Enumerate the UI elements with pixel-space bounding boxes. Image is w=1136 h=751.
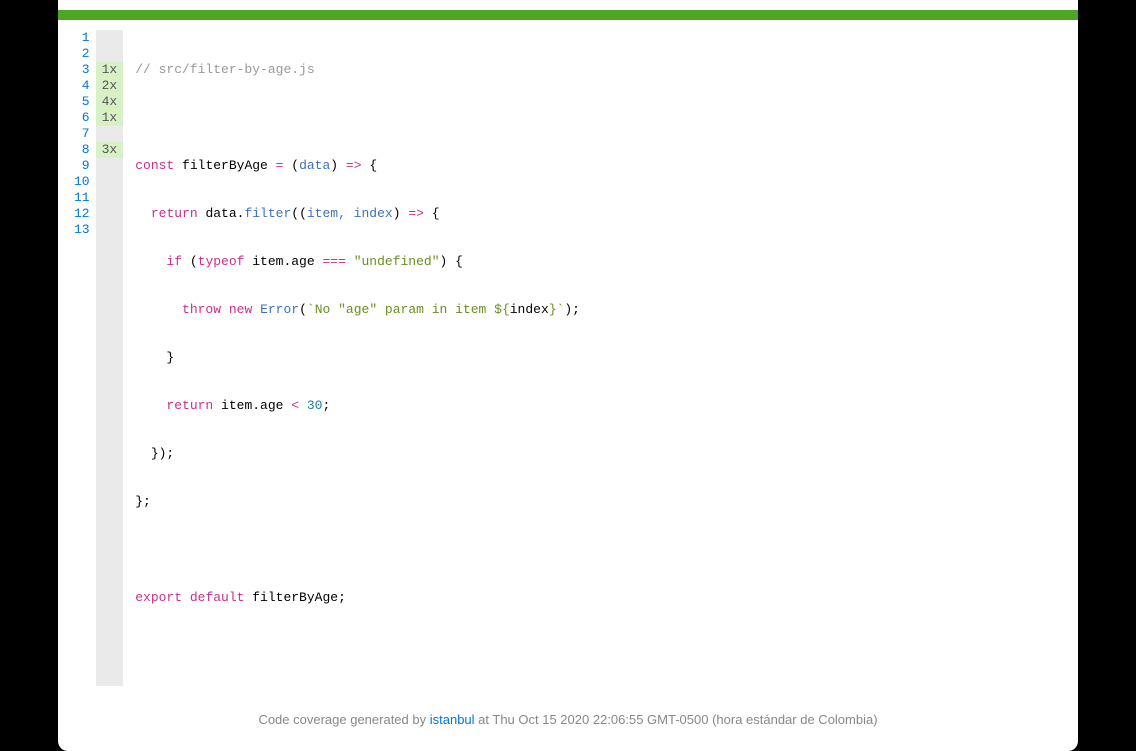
hit-count: 1x — [96, 62, 124, 78]
hit-count — [102, 46, 118, 62]
line-number[interactable]: 6 — [74, 110, 90, 126]
code-line: return item.age < 30; — [135, 398, 580, 414]
hit-count: 3x — [96, 142, 124, 158]
code-line — [135, 110, 580, 126]
hit-count — [102, 222, 118, 238]
line-number[interactable]: 13 — [74, 222, 90, 238]
line-number[interactable]: 12 — [74, 206, 90, 222]
line-number[interactable]: 11 — [74, 190, 90, 206]
footer-timestamp: at Thu Oct 15 2020 22:06:55 GMT-0500 (ho… — [475, 712, 878, 727]
hit-count — [102, 158, 118, 174]
hit-count — [102, 30, 118, 46]
code-area: 1 2 3 4 5 6 7 8 9 10 11 12 13 1x 2x 4x 1 — [58, 20, 1078, 702]
line-number[interactable]: 8 — [74, 142, 90, 158]
browser-window: Code coverage report for filter-b ✕ ＋ Ar… — [58, 0, 1078, 751]
line-number[interactable]: 2 — [74, 46, 90, 62]
hit-count — [102, 126, 118, 142]
line-number[interactable]: 5 — [74, 94, 90, 110]
hit-count — [102, 174, 118, 190]
source-code: // src/filter-by-age.js const filterByAg… — [123, 30, 580, 686]
hit-count — [102, 206, 118, 222]
footer: Code coverage generated by istanbul at T… — [58, 702, 1078, 751]
hit-count: 1x — [96, 110, 124, 126]
code-line: } — [135, 350, 580, 366]
code-line: const filterByAge = (data) => { — [135, 158, 580, 174]
line-number[interactable]: 4 — [74, 78, 90, 94]
coverage-bar — [58, 10, 1078, 20]
hit-count — [102, 190, 118, 206]
line-number-gutter: 1 2 3 4 5 6 7 8 9 10 11 12 13 — [58, 30, 96, 686]
code-line: return data.filter((item, index) => { — [135, 206, 580, 222]
line-number[interactable]: 7 — [74, 126, 90, 142]
code-line: // src/filter-by-age.js — [135, 62, 580, 78]
line-number[interactable]: 3 — [74, 62, 90, 78]
code-line: }; — [135, 494, 580, 510]
line-number[interactable]: 9 — [74, 158, 90, 174]
page-content: All files filter-by-age.js 100% Statemen… — [58, 0, 1078, 751]
code-line — [135, 542, 580, 558]
code-line: }); — [135, 446, 580, 462]
hit-count: 4x — [96, 94, 124, 110]
istanbul-link[interactable]: istanbul — [430, 712, 475, 727]
footer-text: Code coverage generated by — [258, 712, 429, 727]
code-line: throw new Error(`No "age" param in item … — [135, 302, 580, 318]
hit-count: 2x — [96, 78, 124, 94]
line-number[interactable]: 10 — [74, 174, 90, 190]
code-line — [135, 638, 580, 654]
line-number[interactable]: 1 — [74, 30, 90, 46]
code-line: if (typeof item.age === "undefined") { — [135, 254, 580, 270]
hit-count-gutter: 1x 2x 4x 1x 3x — [96, 30, 124, 686]
code-line: export default filterByAge; — [135, 590, 580, 606]
